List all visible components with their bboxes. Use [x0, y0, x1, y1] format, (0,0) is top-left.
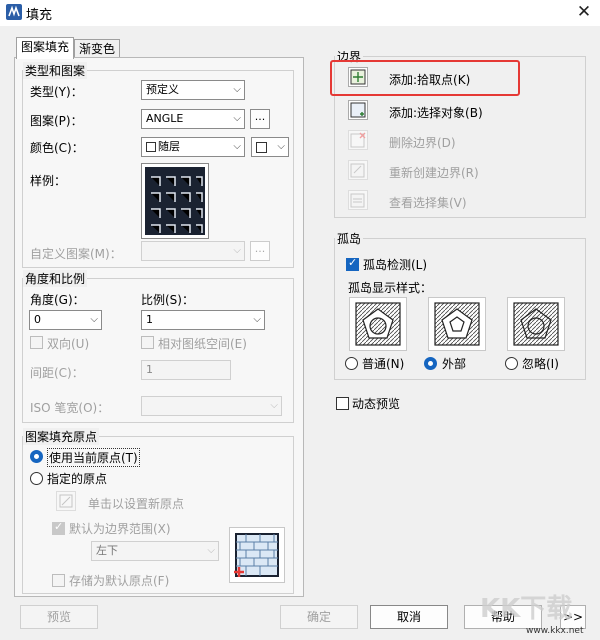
store-default-origin-checkbox[interactable]	[52, 574, 65, 587]
island-style-normal-preview[interactable]	[349, 297, 407, 351]
dynamic-preview-label: 动态预览	[352, 397, 401, 411]
pick-origin-icon	[59, 494, 73, 508]
group-label: 孤岛	[335, 230, 364, 247]
island-detection-checkbox[interactable]	[346, 256, 359, 271]
normal-style-icon	[355, 302, 401, 346]
spacing-input[interactable]: 1	[141, 360, 231, 380]
watermark-logo: KK下载	[480, 594, 573, 624]
view-selections-label: 查看选择集(V)	[389, 196, 467, 210]
angle-pattern-icon	[145, 167, 205, 235]
add-select-objects-label[interactable]: 添加:选择对象(B)	[389, 104, 483, 121]
island-outer-label: 外部	[442, 357, 467, 371]
recreate-boundary-icon	[350, 163, 365, 178]
spacing-label: 间距(C)：	[30, 366, 84, 380]
island-style-label: 孤岛显示样式：	[348, 281, 433, 295]
island-style-ignore-preview[interactable]	[507, 297, 565, 351]
highlight-box	[330, 60, 520, 96]
island-normal-radio[interactable]	[345, 357, 358, 370]
island-ignore-label: 忽略(I)	[522, 357, 559, 371]
default-boundary-checkbox[interactable]	[52, 520, 65, 535]
window-title: 填充	[26, 8, 53, 23]
tab-gradient[interactable]: 渐变色	[74, 39, 120, 59]
dynamic-preview-checkbox[interactable]	[336, 397, 349, 410]
island-normal-label: 普通(N)	[362, 357, 405, 371]
scale-select[interactable]: 1 ⌵	[141, 310, 265, 330]
cancel-button[interactable]: 取消	[370, 605, 448, 629]
tab-hatch[interactable]: 图案填充	[16, 37, 74, 59]
group-label: 角度和比例	[23, 270, 88, 287]
relative-paper-space-checkbox[interactable]	[141, 336, 154, 349]
remove-boundary-icon	[350, 132, 366, 148]
island-ignore-radio[interactable]	[505, 357, 518, 370]
set-origin-button[interactable]	[56, 491, 76, 511]
ok-button[interactable]: 确定	[280, 605, 358, 629]
app-icon	[6, 4, 22, 20]
relative-paper-space-label: 相对图纸空间(E)	[158, 337, 247, 351]
default-boundary-label: 默认为边界范围(X)	[69, 522, 171, 536]
type-select[interactable]: 预定义 ⌵	[141, 80, 245, 100]
sample-label: 样例：	[30, 174, 67, 188]
title-bar	[0, 0, 600, 26]
type-label: 类型(Y)：	[30, 85, 83, 99]
view-selections-button[interactable]	[348, 190, 368, 210]
origin-preview	[229, 527, 285, 583]
angle-label: 角度(G)：	[30, 293, 85, 307]
no-fill-icon	[256, 141, 267, 153]
remove-boundaries-button[interactable]	[348, 130, 368, 150]
custom-pattern-select[interactable]: ⌵	[141, 241, 245, 261]
island-style-outer-preview[interactable]	[428, 297, 486, 351]
color-label: 颜色(C)：	[30, 141, 84, 155]
outer-style-icon	[434, 302, 480, 346]
pattern-label: 图案(P)：	[30, 114, 83, 128]
boundary-position-select[interactable]: 左下 ⌵	[91, 541, 219, 561]
view-selection-icon	[350, 193, 365, 208]
custom-pattern-browse-button[interactable]: ...	[250, 241, 270, 261]
color-swatch-icon	[146, 142, 156, 152]
watermark-url: www.kkx.net	[526, 626, 584, 636]
recreate-boundary-label: 重新创建边界(R)	[389, 166, 479, 180]
iso-pen-width-label: ISO 笔宽(O)：	[30, 401, 110, 415]
group-label: 类型和图案	[23, 62, 88, 79]
pattern-sample-preview[interactable]	[141, 163, 209, 239]
island-detection-label: 孤岛检测(L)	[363, 258, 428, 272]
scale-label: 比例(S)：	[141, 293, 194, 307]
recreate-boundary-button[interactable]	[348, 160, 368, 180]
group-label: 图案填充原点	[23, 428, 100, 445]
preview-button[interactable]: 预览	[20, 605, 98, 629]
brick-origin-icon	[234, 533, 279, 577]
double-checkbox[interactable]	[30, 336, 43, 349]
click-set-origin-label: 单击以设置新原点	[88, 497, 185, 511]
store-default-origin-label: 存储为默认原点(F)	[69, 574, 170, 588]
pattern-select[interactable]: ANGLE ⌵	[141, 109, 245, 129]
specified-origin-label: 指定的原点	[47, 472, 108, 486]
double-label: 双向(U)	[47, 337, 90, 351]
select-objects-icon	[350, 102, 366, 118]
pattern-browse-button[interactable]: ...	[250, 109, 270, 129]
custom-pattern-label: 自定义图案(M)：	[30, 247, 122, 261]
remove-boundaries-label: 删除边界(D)	[389, 136, 456, 150]
specified-origin-radio[interactable]	[30, 472, 43, 485]
ignore-style-icon	[513, 302, 559, 346]
use-current-origin-radio[interactable]	[30, 450, 43, 463]
close-icon[interactable]: ✕	[574, 1, 594, 23]
angle-select[interactable]: 0 ⌵	[29, 310, 102, 330]
use-current-origin-label: 使用当前原点(T)	[47, 448, 140, 467]
island-outer-radio[interactable]	[424, 357, 437, 370]
background-color-select[interactable]: ⌵	[251, 137, 289, 157]
color-select[interactable]: 随层 ⌵	[141, 137, 245, 157]
iso-pen-width-select[interactable]: ⌵	[141, 396, 282, 416]
add-select-objects-button[interactable]	[348, 100, 368, 120]
